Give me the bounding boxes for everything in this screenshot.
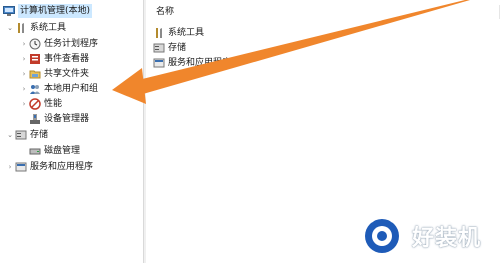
chevron-right-icon[interactable]: › — [20, 67, 28, 81]
tree-item-label: 性能 — [44, 99, 63, 109]
tree-item-label: 共享文件夹 — [44, 69, 90, 79]
tree-item-storage[interactable]: ⌄ 存储 — [6, 128, 48, 142]
tree-item-device-manager[interactable]: 设备管理器 — [28, 112, 89, 126]
watermark-text: 好装机 — [412, 226, 482, 251]
tree-item-system-tools[interactable]: ⌄ 系统工具 — [6, 21, 66, 35]
tree-item-computer-management[interactable]: 计算机管理(本地) — [2, 4, 93, 18]
tree-item-label: 事件查看器 — [44, 54, 90, 64]
tree-item-local-users-groups[interactable]: › 本地用户和组 — [20, 82, 98, 96]
list-item-storage[interactable]: 存储 — [152, 41, 186, 55]
computer-management-icon — [3, 5, 15, 17]
chevron-right-icon[interactable]: › — [20, 82, 28, 96]
watermark-logo: 好装机 — [360, 206, 500, 263]
tree-item-label: 计算机管理(本地) — [18, 4, 93, 18]
tree-item-performance[interactable]: › 性能 — [20, 97, 62, 111]
performance-icon — [29, 98, 41, 110]
tree-item-label: 系统工具 — [30, 23, 67, 33]
chevron-down-icon[interactable]: ⌄ — [6, 21, 14, 35]
tree-item-event-viewer[interactable]: › 事件查看器 — [20, 52, 89, 66]
tree-item-label: 服务和应用程序 — [30, 162, 94, 172]
column-header-label: 名称 — [156, 7, 175, 17]
storage-icon — [15, 129, 27, 141]
tree-item-shared-folders[interactable]: › 共享文件夹 — [20, 67, 89, 81]
tree-item-label: 本地用户和组 — [44, 84, 99, 94]
tree-item-label: 设备管理器 — [44, 114, 90, 124]
system-tools-icon — [153, 27, 165, 39]
chevron-down-icon[interactable]: ⌄ — [6, 128, 14, 142]
event-viewer-icon — [29, 53, 41, 65]
column-header-name[interactable]: 名称 — [146, 5, 500, 19]
list-item-label: 存储 — [168, 43, 187, 53]
chevron-right-icon[interactable]: › — [6, 160, 14, 174]
chevron-right-icon[interactable]: › — [20, 97, 28, 111]
shared-folder-icon — [29, 68, 41, 80]
list-item-label: 系统工具 — [168, 28, 205, 38]
users-icon — [29, 83, 41, 95]
storage-icon — [153, 42, 165, 54]
tree-item-label: 磁盘管理 — [44, 146, 81, 156]
tree-item-label: 存储 — [30, 130, 49, 140]
list-item-system-tools[interactable]: 系统工具 — [152, 26, 204, 40]
list-item-services-applications[interactable]: 服务和应用程序 — [152, 56, 231, 70]
disk-icon — [29, 145, 41, 157]
navigation-tree-pane: 计算机管理(本地) ⌄ 系统工具 › 任务计划程序 › 事件查看器 › 共享文件… — [0, 0, 144, 263]
services-icon — [15, 161, 27, 173]
chevron-right-icon[interactable]: › — [20, 52, 28, 66]
clock-icon — [29, 38, 41, 50]
system-tools-icon — [15, 22, 27, 34]
tree-item-services-applications[interactable]: › 服务和应用程序 — [6, 160, 93, 174]
list-item-label: 服务和应用程序 — [168, 58, 232, 68]
tree-item-label: 任务计划程序 — [44, 39, 99, 49]
tree-item-task-scheduler[interactable]: › 任务计划程序 — [20, 37, 98, 51]
tree-item-disk-management[interactable]: 磁盘管理 — [28, 144, 80, 158]
services-icon — [153, 57, 165, 69]
chevron-right-icon[interactable]: › — [20, 37, 28, 51]
device-manager-icon — [29, 113, 41, 125]
